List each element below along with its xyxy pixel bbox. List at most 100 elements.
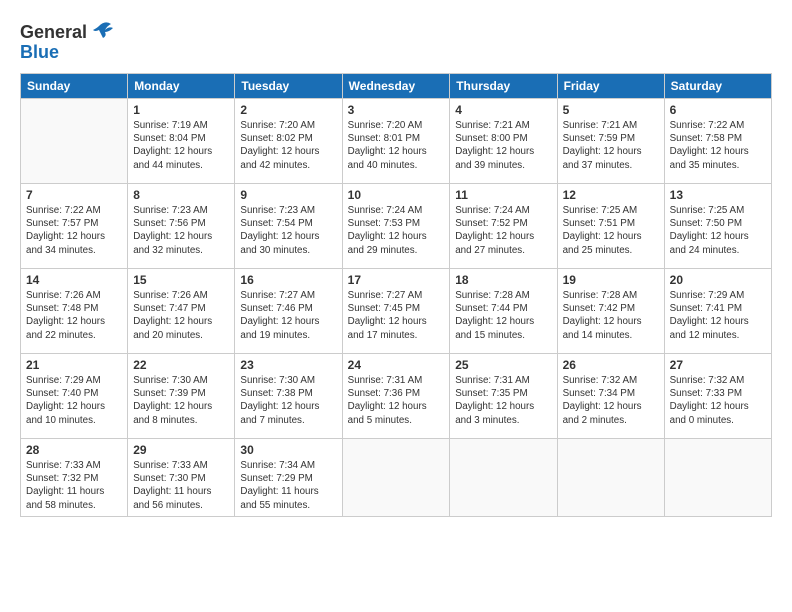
day-number: 12	[563, 188, 659, 202]
day-info: Sunrise: 7:21 AM Sunset: 7:59 PM Dayligh…	[563, 119, 659, 172]
calendar-cell: 16 Sunrise: 7:27 AM Sunset: 7:46 PM Dayli…	[235, 269, 342, 354]
week-row-3: 14 Sunrise: 7:26 AM Sunset: 7:48 PM Dayli…	[21, 269, 772, 354]
day-header-saturday: Saturday	[664, 74, 771, 99]
day-info: Sunrise: 7:21 AM Sunset: 8:00 PM Dayligh…	[455, 119, 551, 172]
day-info: Sunrise: 7:30 AM Sunset: 7:38 PM Dayligh…	[240, 374, 336, 427]
day-number: 26	[563, 358, 659, 372]
calendar-cell: 18 Sunrise: 7:28 AM Sunset: 7:44 PM Dayli…	[450, 269, 557, 354]
day-info: Sunrise: 7:30 AM Sunset: 7:39 PM Dayligh…	[133, 374, 229, 427]
day-number: 9	[240, 188, 336, 202]
day-info: Sunrise: 7:22 AM Sunset: 7:58 PM Dayligh…	[670, 119, 766, 172]
day-header-thursday: Thursday	[450, 74, 557, 99]
calendar-cell: 6Sunrise: 7:22 AM Sunset: 7:58 PM Daylig…	[664, 99, 771, 184]
day-number: 15	[133, 273, 229, 287]
day-info: Sunrise: 7:31 AM Sunset: 7:36 PM Dayligh…	[348, 374, 445, 427]
day-info: Sunrise: 7:28 AM Sunset: 7:42 PM Dayligh…	[563, 289, 659, 342]
day-number: 24	[348, 358, 445, 372]
day-number: 11	[455, 188, 551, 202]
week-row-1: 1Sunrise: 7:19 AM Sunset: 8:04 PM Daylig…	[21, 99, 772, 184]
logo-general: General	[20, 22, 87, 43]
calendar-cell: 17 Sunrise: 7:27 AM Sunset: 7:45 PM Dayli…	[342, 269, 450, 354]
day-number: 30	[240, 443, 336, 457]
calendar-cell: 19Sunrise: 7:28 AM Sunset: 7:42 PM Dayli…	[557, 269, 664, 354]
day-info: Sunrise: 7:31 AM Sunset: 7:35 PM Dayligh…	[455, 374, 551, 427]
day-info: Sunrise: 7:33 AM Sunset: 7:32 PM Dayligh…	[26, 459, 122, 512]
calendar-cell: 12 Sunrise: 7:25 AM Sunset: 7:51 PM Dayli…	[557, 184, 664, 269]
calendar-cell: 14 Sunrise: 7:26 AM Sunset: 7:48 PM Dayli…	[21, 269, 128, 354]
day-header-tuesday: Tuesday	[235, 74, 342, 99]
week-row-2: 7Sunrise: 7:22 AM Sunset: 7:57 PM Daylig…	[21, 184, 772, 269]
day-number: 20	[670, 273, 766, 287]
calendar-cell: 9 Sunrise: 7:23 AM Sunset: 7:54 PM Daylig…	[235, 184, 342, 269]
calendar-cell	[664, 439, 771, 517]
calendar-cell: 30 Sunrise: 7:34 AM Sunset: 7:29 PM Dayli…	[235, 439, 342, 517]
day-info: Sunrise: 7:23 AM Sunset: 7:56 PM Dayligh…	[133, 204, 229, 257]
calendar-cell: 25 Sunrise: 7:31 AM Sunset: 7:35 PM Dayli…	[450, 354, 557, 439]
day-info: Sunrise: 7:24 AM Sunset: 7:53 PM Dayligh…	[348, 204, 445, 257]
day-info: Sunrise: 7:34 AM Sunset: 7:29 PM Dayligh…	[240, 459, 336, 512]
day-header-wednesday: Wednesday	[342, 74, 450, 99]
calendar-cell: 23 Sunrise: 7:30 AM Sunset: 7:38 PM Dayli…	[235, 354, 342, 439]
day-info: Sunrise: 7:32 AM Sunset: 7:33 PM Dayligh…	[670, 374, 766, 427]
day-info: Sunrise: 7:29 AM Sunset: 7:41 PM Dayligh…	[670, 289, 766, 342]
calendar-cell: 22 Sunrise: 7:30 AM Sunset: 7:39 PM Dayli…	[128, 354, 235, 439]
header: General Blue	[20, 18, 772, 63]
day-number: 4	[455, 103, 551, 117]
calendar-cell: 8 Sunrise: 7:23 AM Sunset: 7:56 PM Daylig…	[128, 184, 235, 269]
day-info: Sunrise: 7:25 AM Sunset: 7:50 PM Dayligh…	[670, 204, 766, 257]
day-info: Sunrise: 7:24 AM Sunset: 7:52 PM Dayligh…	[455, 204, 551, 257]
day-info: Sunrise: 7:23 AM Sunset: 7:54 PM Dayligh…	[240, 204, 336, 257]
calendar-cell: 20 Sunrise: 7:29 AM Sunset: 7:41 PM Dayli…	[664, 269, 771, 354]
calendar-cell: 15 Sunrise: 7:26 AM Sunset: 7:47 PM Dayli…	[128, 269, 235, 354]
calendar-cell: 3 Sunrise: 7:20 AM Sunset: 8:01 PM Daylig…	[342, 99, 450, 184]
day-info: Sunrise: 7:20 AM Sunset: 8:01 PM Dayligh…	[348, 119, 445, 172]
day-number: 14	[26, 273, 122, 287]
day-header-monday: Monday	[128, 74, 235, 99]
day-number: 18	[455, 273, 551, 287]
calendar-cell	[342, 439, 450, 517]
day-info: Sunrise: 7:20 AM Sunset: 8:02 PM Dayligh…	[240, 119, 336, 172]
day-info: Sunrise: 7:25 AM Sunset: 7:51 PM Dayligh…	[563, 204, 659, 257]
day-number: 27	[670, 358, 766, 372]
day-number: 5	[563, 103, 659, 117]
day-number: 25	[455, 358, 551, 372]
week-row-4: 21 Sunrise: 7:29 AM Sunset: 7:40 PM Dayli…	[21, 354, 772, 439]
calendar-cell: 27 Sunrise: 7:32 AM Sunset: 7:33 PM Dayli…	[664, 354, 771, 439]
week-row-5: 28Sunrise: 7:33 AM Sunset: 7:32 PM Dayli…	[21, 439, 772, 517]
calendar-cell: 2 Sunrise: 7:20 AM Sunset: 8:02 PM Daylig…	[235, 99, 342, 184]
day-info: Sunrise: 7:28 AM Sunset: 7:44 PM Dayligh…	[455, 289, 551, 342]
calendar-cell: 5 Sunrise: 7:21 AM Sunset: 7:59 PM Daylig…	[557, 99, 664, 184]
day-number: 23	[240, 358, 336, 372]
day-info: Sunrise: 7:19 AM Sunset: 8:04 PM Dayligh…	[133, 119, 229, 172]
logo: General Blue	[20, 18, 117, 63]
day-number: 17	[348, 273, 445, 287]
day-header-friday: Friday	[557, 74, 664, 99]
day-number: 8	[133, 188, 229, 202]
day-info: Sunrise: 7:27 AM Sunset: 7:45 PM Dayligh…	[348, 289, 445, 342]
day-number: 16	[240, 273, 336, 287]
calendar-cell	[557, 439, 664, 517]
calendar-cell: 4 Sunrise: 7:21 AM Sunset: 8:00 PM Daylig…	[450, 99, 557, 184]
calendar-cell: 29 Sunrise: 7:33 AM Sunset: 7:30 PM Dayli…	[128, 439, 235, 517]
calendar-cell: 13Sunrise: 7:25 AM Sunset: 7:50 PM Dayli…	[664, 184, 771, 269]
day-number: 21	[26, 358, 122, 372]
calendar-cell: 7Sunrise: 7:22 AM Sunset: 7:57 PM Daylig…	[21, 184, 128, 269]
day-info: Sunrise: 7:26 AM Sunset: 7:48 PM Dayligh…	[26, 289, 122, 342]
calendar-cell: 1Sunrise: 7:19 AM Sunset: 8:04 PM Daylig…	[128, 99, 235, 184]
calendar-cell	[21, 99, 128, 184]
calendar: SundayMondayTuesdayWednesdayThursdayFrid…	[20, 73, 772, 517]
calendar-cell: 26Sunrise: 7:32 AM Sunset: 7:34 PM Dayli…	[557, 354, 664, 439]
day-info: Sunrise: 7:26 AM Sunset: 7:47 PM Dayligh…	[133, 289, 229, 342]
day-info: Sunrise: 7:29 AM Sunset: 7:40 PM Dayligh…	[26, 374, 122, 427]
day-info: Sunrise: 7:22 AM Sunset: 7:57 PM Dayligh…	[26, 204, 122, 257]
day-number: 22	[133, 358, 229, 372]
day-info: Sunrise: 7:27 AM Sunset: 7:46 PM Dayligh…	[240, 289, 336, 342]
day-number: 29	[133, 443, 229, 457]
day-number: 10	[348, 188, 445, 202]
day-info: Sunrise: 7:33 AM Sunset: 7:30 PM Dayligh…	[133, 459, 229, 512]
calendar-cell: 21 Sunrise: 7:29 AM Sunset: 7:40 PM Dayli…	[21, 354, 128, 439]
calendar-cell	[450, 439, 557, 517]
logo-bird-icon	[89, 18, 117, 46]
day-number: 2	[240, 103, 336, 117]
day-number: 3	[348, 103, 445, 117]
